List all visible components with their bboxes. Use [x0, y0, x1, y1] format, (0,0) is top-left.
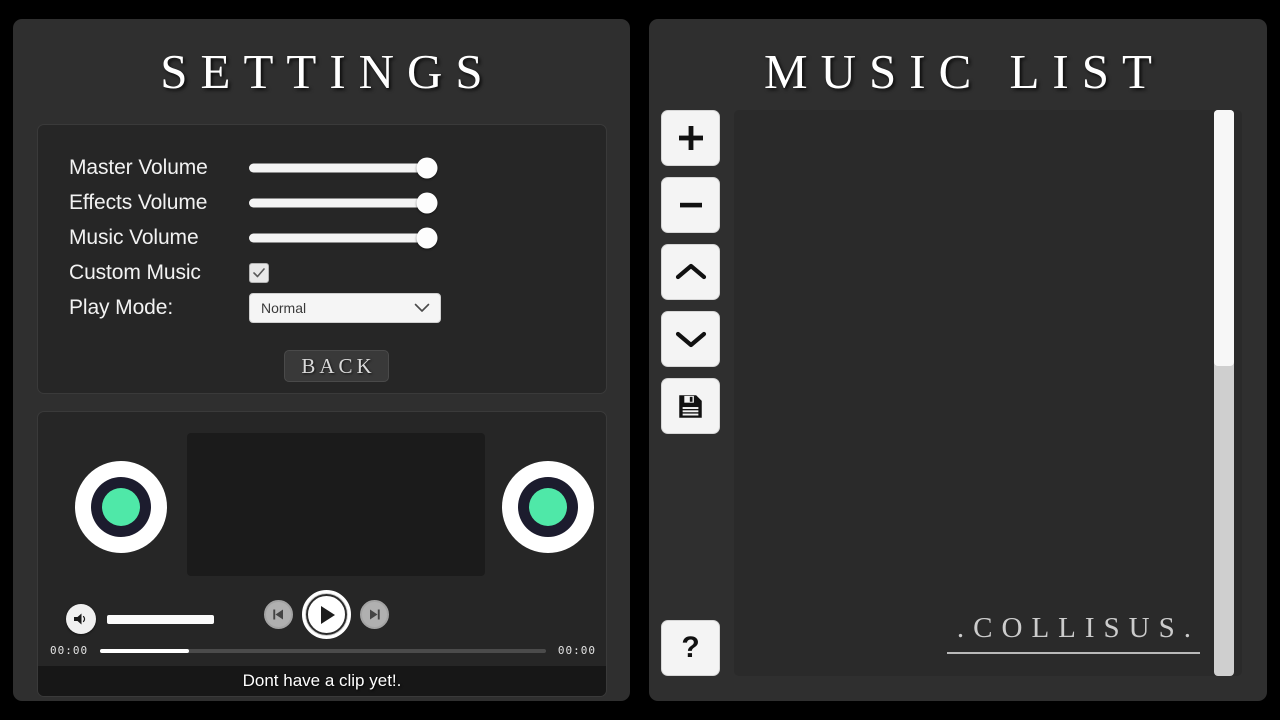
master-volume-label: Master Volume [69, 155, 208, 179]
media-player-card: 00:00 00:00 Dont have a clip yet!. [37, 411, 607, 697]
slider-thumb[interactable] [416, 227, 438, 248]
next-icon [370, 609, 380, 620]
minus-icon [679, 202, 702, 208]
floppy-disk-icon [679, 394, 702, 418]
settings-panel: SETTINGS Master Volume Effects Volume Mu… [13, 19, 630, 701]
row-master-volume: Master Volume [69, 150, 444, 185]
speaker-cone-left-mid [91, 477, 151, 537]
row-music-volume: Music Volume [69, 220, 444, 255]
settings-card: Master Volume Effects Volume Music Volum… [37, 124, 607, 394]
master-volume-slider[interactable] [249, 157, 444, 179]
transport-controls [264, 590, 389, 639]
music-list-toolbar [661, 110, 720, 434]
custom-music-label: Custom Music [69, 260, 201, 284]
speaker-cone-right [502, 461, 594, 553]
play-icon [320, 605, 335, 624]
slider-thumb[interactable] [416, 157, 438, 178]
slider-track [249, 198, 427, 207]
music-volume-slider[interactable] [249, 227, 444, 249]
volume-button[interactable] [66, 604, 96, 634]
plus-icon [678, 126, 703, 150]
app-root: SETTINGS Master Volume Effects Volume Mu… [0, 0, 1280, 720]
previous-button[interactable] [264, 600, 293, 629]
checkmark-icon [253, 267, 265, 277]
save-list-button[interactable] [661, 378, 720, 434]
remove-track-button[interactable] [661, 177, 720, 233]
back-button[interactable]: BACK [284, 350, 389, 382]
play-mode-select[interactable]: Normal [249, 292, 441, 323]
seek-bar[interactable] [100, 648, 546, 653]
volume-bar[interactable] [107, 614, 214, 624]
move-down-button[interactable] [661, 311, 720, 367]
seek-bar-fill [100, 648, 190, 653]
time-current: 00:00 [50, 644, 89, 657]
chevron-down-icon [414, 300, 430, 316]
clip-status-bar: Dont have a clip yet!. [38, 666, 606, 696]
speaker-icon [74, 613, 86, 625]
play-mode-label: Play Mode: [69, 295, 174, 319]
music-list-panel: MUSIC LIST ? .COLLISUS. [649, 19, 1267, 701]
speaker-cone-right-inner [529, 488, 567, 526]
time-total: 00:00 [557, 644, 596, 657]
slider-track [249, 233, 427, 242]
music-list-scrollbar[interactable] [1214, 110, 1234, 676]
speaker-cone-right-mid [518, 477, 578, 537]
row-play-mode: Play Mode: Normal [69, 290, 444, 325]
chevron-down-icon [675, 331, 706, 348]
music-volume-label: Music Volume [69, 225, 199, 249]
chevron-up-icon [675, 263, 706, 280]
music-list-box[interactable]: .COLLISUS. [734, 110, 1242, 676]
row-custom-music: Custom Music [69, 255, 444, 290]
move-up-button[interactable] [661, 244, 720, 300]
next-button[interactable] [360, 600, 389, 629]
slider-thumb[interactable] [416, 192, 438, 213]
speaker-cone-left-inner [102, 488, 140, 526]
effects-volume-slider[interactable] [249, 192, 444, 214]
effects-volume-label: Effects Volume [69, 190, 208, 214]
player-screen [187, 433, 485, 576]
music-list-scrollbar-thumb[interactable] [1214, 110, 1234, 366]
previous-icon [273, 609, 283, 620]
play-button[interactable] [302, 590, 351, 639]
settings-title: SETTINGS [160, 44, 496, 99]
row-effects-volume: Effects Volume [69, 185, 444, 220]
volume-control-group [66, 604, 214, 634]
music-list-title: MUSIC LIST [764, 44, 1165, 99]
settings-rows: Master Volume Effects Volume Music Volum… [69, 150, 444, 325]
add-track-button[interactable] [661, 110, 720, 166]
custom-music-checkbox[interactable] [249, 262, 269, 283]
watermark: .COLLISUS. [946, 612, 1200, 654]
slider-track [249, 163, 427, 172]
help-button[interactable]: ? [661, 620, 720, 676]
play-mode-value: Normal [261, 299, 307, 316]
progress-row: 00:00 00:00 [50, 644, 596, 657]
speaker-cone-left [75, 461, 167, 553]
